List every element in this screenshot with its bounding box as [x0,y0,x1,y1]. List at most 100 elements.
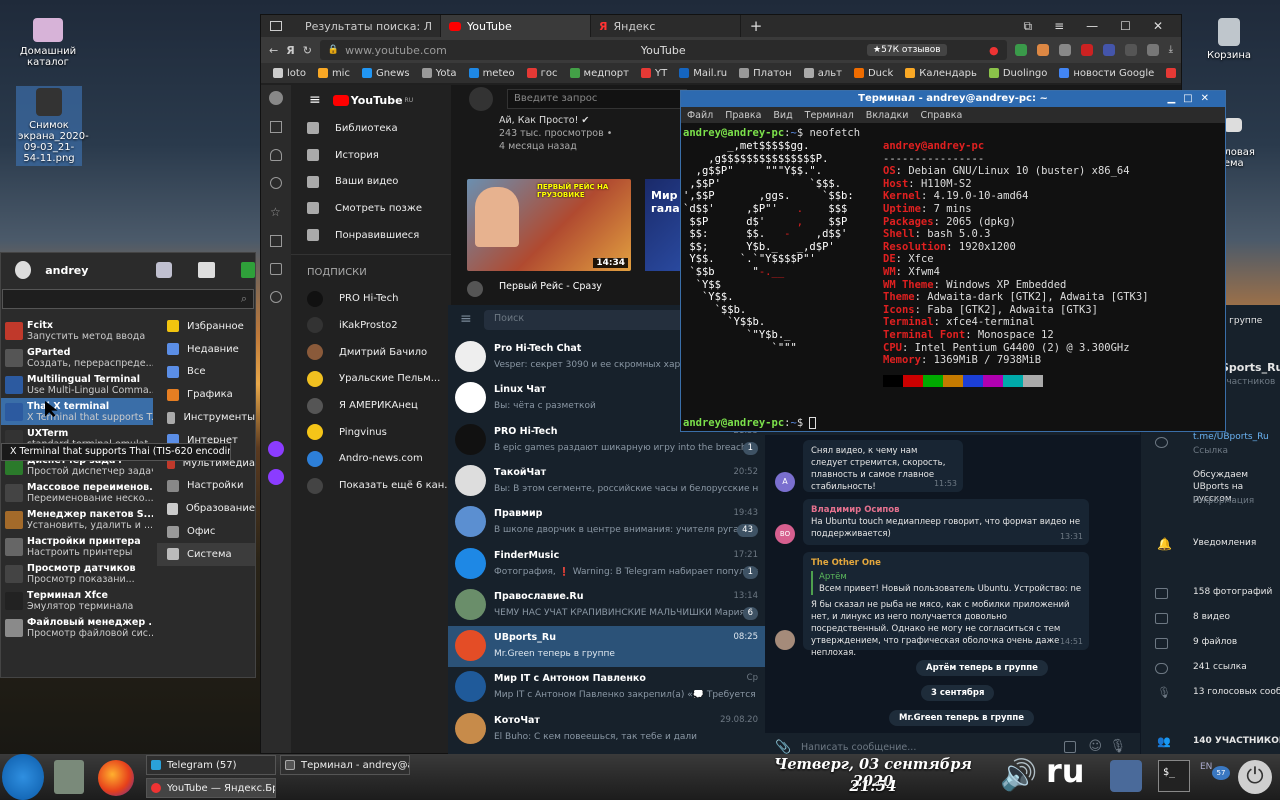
message-bubble[interactable]: The Other One Артём Всем привет! Новый п… [803,552,1089,658]
message-bubble[interactable]: Владимир Осипов На Ubuntu touch медиапле… [803,499,1089,545]
yt-subscription[interactable]: Andro-news.com [291,446,451,473]
yt-subscription[interactable]: iKakProsto2 [291,312,451,339]
chat-item[interactable]: Правмир В школе дворчик в центре внимания… [448,502,765,543]
avatar[interactable]: A [775,472,795,492]
back-icon[interactable]: ← [269,44,278,57]
group-link[interactable]: t.me/UBports_Ru [1193,432,1269,442]
bookmark-item[interactable]: YT [640,68,667,79]
download-icon[interactable]: ⤓ [1169,44,1173,56]
terminal-menu-item[interactable]: Файл [687,110,713,121]
bookmark-item[interactable]: новости Google [1059,68,1154,79]
terminal-titlebar[interactable]: Терминал - andrey@andrey-pc: ~ ▁□✕ [681,91,1225,107]
avatar[interactable]: ВО [775,524,795,544]
emoji-icon[interactable]: ☺ [1088,739,1102,754]
bookmark-item[interactable]: mic [317,68,350,79]
yt-menu-liked[interactable]: Понравившиеся [291,222,451,249]
xfce-menu-icon[interactable] [2,754,44,800]
message-author[interactable]: Владимир Осипов [811,504,1081,516]
tab-yandex[interactable]: Я Яндекс [591,15,741,37]
sidebar-toggle-icon[interactable] [261,15,291,37]
bookmark-item[interactable]: Gnews [361,68,410,79]
translate-icon[interactable] [1146,44,1159,56]
menu-icon[interactable]: ≡ [1054,19,1064,34]
menu-app-item[interactable]: Терминал Xfce Эмулятор терминала [1,587,153,614]
vk-icon[interactable] [1102,44,1115,56]
yt-subscription[interactable]: Показать ещё 6 кан... [291,472,454,499]
shared-files[interactable]: 9 файлов [1193,637,1237,647]
video-title[interactable]: Первый Рейс - Сразу [499,281,602,292]
chat-item[interactable]: Мир IT с Антоном Павленко Мир IT с Антоно… [448,667,765,708]
volume-icon[interactable]: 🔊 [1000,758,1037,794]
extension-icon[interactable] [1014,44,1027,56]
new-tab-button[interactable]: + [741,17,771,35]
bookmark-item[interactable]: Yota [421,68,457,79]
message-bubble[interactable]: Снял видео, к чему нам следует стремится… [803,440,963,492]
shared-links[interactable]: 241 ссылка [1193,662,1247,672]
tab-youtube[interactable]: YouTube [441,15,591,37]
extension-icon[interactable] [1036,44,1049,56]
network-icon[interactable] [1110,760,1142,792]
bookmark-item[interactable]: ЯПер [1166,68,1181,79]
chat-item[interactable]: ТакойЧат Вы: В этом сегменте, российские … [448,461,765,502]
menu-app-item[interactable]: Thai X terminal X Terminal that supports … [1,398,153,425]
bookmark-item[interactable]: loto [273,68,306,79]
menu-category[interactable]: Офис [157,520,255,543]
terminal-output[interactable]: andrey@andrey-pc:~$ neofetch _,met$$$$$g… [681,123,1225,431]
collections-icon[interactable] [270,235,282,247]
maximize-icon[interactable]: □ [1183,93,1200,104]
maximize-icon[interactable]: ☐ [1120,19,1131,34]
video-thumbnail[interactable]: ПЕРВЫЙ РЕЙС НА ГРУЗОВИКЕ 14:34 [467,179,631,271]
logout-icon[interactable] [240,262,256,278]
desktop-icon-home[interactable]: Домашний каталог [13,18,83,68]
menu-app-item[interactable]: Менеджер пакетов S... Установить, удалить… [1,506,153,533]
menu-category[interactable]: Настройки [157,475,255,498]
extension-icon[interactable] [1124,44,1137,56]
menu-app-item[interactable]: GParted Создать, перераспреде... [1,344,153,371]
bookmark-item[interactable]: медпорт [569,68,629,79]
bookmark-item[interactable]: гос [526,68,558,79]
notes-icon[interactable] [270,263,282,275]
menu-app-item[interactable]: Multilingual Terminal Use Multi-Lingual C… [1,371,153,398]
shared-voice[interactable]: 13 голосовых сообщ [1193,687,1280,697]
notifications-label[interactable]: Уведомления [1193,538,1256,548]
task-terminal[interactable]: Терминал - andrey@a... [280,755,410,775]
message-author[interactable]: The Other One [811,557,1081,569]
hamburger-icon[interactable]: ≡ [309,92,321,108]
menu-category[interactable]: Недавние [157,338,255,361]
terminal-launcher-icon[interactable]: $_ [1158,760,1190,792]
menu-category[interactable]: Избранное [157,315,255,338]
tab-search-results[interactable]: Результаты поиска: Л [291,15,441,37]
attach-icon[interactable]: 📎 [775,740,791,755]
time-display[interactable]: 21:54 [756,777,990,795]
chat-item[interactable]: FinderMusic Фотография, ❗ Warning: В Tele… [448,544,765,585]
video-channel[interactable]: Ай, Как Просто! ✔ [499,115,589,126]
notification-badge[interactable]: 57 [1212,766,1230,780]
video-thumbnail[interactable]: Мир гала [645,179,685,271]
youtube-logo-icon[interactable]: YouTube RU [332,94,413,107]
menu-category[interactable]: Графика [157,383,255,406]
url-field[interactable]: 🔒 www.youtube.com YouTube ★57К отзывов ● [319,40,1007,60]
shared-videos[interactable]: 8 видео [1193,612,1230,622]
terminal-menu-item[interactable]: Вкладки [866,110,909,121]
yandex-alice-icon[interactable] [269,91,283,105]
calculator-icon[interactable] [54,760,84,794]
youtube-search-input[interactable]: Введите запрос [507,89,687,109]
shared-photos[interactable]: 158 фотографий [1193,587,1272,597]
yt-menu-watch-later[interactable]: Смотреть позже [291,195,451,222]
reload-icon[interactable]: ↻ [303,44,312,57]
bookmark-item[interactable]: Mail.ru [679,68,727,79]
close-icon[interactable]: ✕ [1201,93,1217,104]
yt-subscription[interactable]: Дмитрий Бачило [291,339,451,366]
menu-app-item[interactable]: Файловый менеджер ... Просмотр файловой с… [1,614,153,641]
yandex-icon[interactable]: Я [286,44,294,57]
menu-app-item[interactable]: Массовое переименов... Переименование нес… [1,479,153,506]
menu-category[interactable]: Система [157,542,255,566]
reviews-badge[interactable]: ★57К отзывов [867,44,947,56]
power-icon[interactable]: ⏻ [1238,760,1272,794]
yt-subscription[interactable]: Я АМЕРИКАнец [291,392,451,419]
bookmark-item[interactable]: Duolingo [988,68,1047,79]
menu-app-item[interactable]: Просмотр датчиков Просмотр показани... [1,560,153,587]
star-icon[interactable]: ☆ [270,205,281,219]
yt-menu-library[interactable]: Библиотека [291,115,451,142]
chat-item[interactable]: Православие.Ru ЧЕМУ НАС УЧАТ КРАПИВИНСКИЕ… [448,585,765,626]
